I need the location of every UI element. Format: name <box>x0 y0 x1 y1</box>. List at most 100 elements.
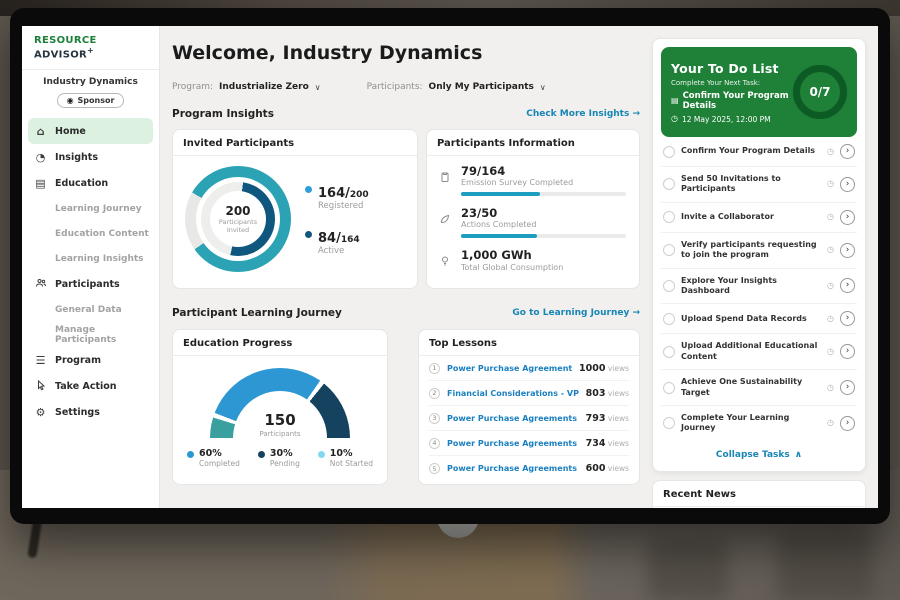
task-checkbox[interactable] <box>663 280 675 292</box>
section-title: Program Insights <box>172 108 274 120</box>
legend-item-registered: 164/200 Registered <box>305 182 369 211</box>
task-open-button[interactable]: › <box>840 177 855 192</box>
sidebar-item-label: Participants <box>55 279 120 290</box>
program-dropdown-label: Program: <box>172 82 213 92</box>
progress-fill <box>461 192 540 196</box>
lesson-views-label: views <box>605 389 629 398</box>
organization-name: Industry Dynamics <box>22 77 159 87</box>
program-dropdown-value: Industrialize Zero <box>219 82 309 92</box>
logo-secondary: ADVISOR <box>34 49 87 60</box>
lesson-rank: 1 <box>429 363 440 374</box>
lesson-link[interactable]: Power Purchase Agreements 101 <box>447 364 572 373</box>
background-shadow-patch <box>778 532 873 600</box>
legend-percent: 60% <box>199 448 240 459</box>
task-checkbox[interactable] <box>663 417 675 429</box>
chevron-right-icon: › <box>846 212 850 222</box>
todo-datetime: 12 May 2025, 12:00 PM <box>682 115 771 124</box>
sidebar-item-participants[interactable]: Participants <box>28 271 153 297</box>
sidebar-item-take-action[interactable]: Take Action <box>28 373 153 399</box>
sidebar-item-general-data[interactable]: General Data <box>22 297 159 322</box>
task-checkbox[interactable] <box>663 346 675 358</box>
gauge-center-value: 150 <box>264 413 295 428</box>
stat-value: 79/164 <box>461 165 626 178</box>
participants-dropdown[interactable]: Participants: Only My Participants ∨ <box>367 82 546 92</box>
progress-track <box>461 192 626 196</box>
task-checkbox[interactable] <box>663 382 675 394</box>
sidebar-item-learning-journey[interactable]: Learning Journey <box>22 196 159 221</box>
legend-dot <box>187 451 194 458</box>
actions-completed-row: 23/50 Actions Completed <box>439 207 627 238</box>
sidebar-item-settings[interactable]: ⚙ Settings <box>28 399 153 425</box>
collapse-tasks-link[interactable]: Collapse Tasks ∧ <box>661 441 857 462</box>
legend-total: 164 <box>341 235 360 245</box>
sidebar-item-label: Education <box>55 178 108 189</box>
legend-label: Active <box>318 246 360 256</box>
donut-center-label: Participants Invited <box>215 218 261 235</box>
chevron-right-icon: › <box>846 313 850 323</box>
actions-leaf-icon <box>439 207 452 238</box>
learning-journey-header: Participant Learning Journey Go to Learn… <box>172 307 640 319</box>
education-icon: ▤ <box>34 178 47 189</box>
task-row: Invite a Collaborator ◷ › <box>661 203 857 233</box>
sidebar-item-learning-insights[interactable]: Learning Insights <box>22 246 159 271</box>
lesson-link[interactable]: Power Purchase Agreements 101 <box>447 414 579 423</box>
lesson-row: 2 Financial Considerations - VPPAs 803 v… <box>429 381 629 406</box>
lesson-views-label: views <box>605 364 629 373</box>
stat-label: Actions Completed <box>461 220 626 229</box>
task-checkbox[interactable] <box>663 146 675 158</box>
emission-survey-row: 79/164 Emission Survey Completed <box>439 165 627 196</box>
task-open-button[interactable]: › <box>840 344 855 359</box>
program-icon: ☰ <box>34 355 47 366</box>
lesson-link[interactable]: Power Purchase Agreements 102 <box>447 439 579 448</box>
sponsor-badge[interactable]: ◉ Sponsor <box>57 93 125 108</box>
lesson-rank: 4 <box>429 438 440 449</box>
legend-label: Not Started <box>330 459 373 468</box>
task-open-button[interactable]: › <box>840 144 855 159</box>
sidebar-item-program[interactable]: ☰ Program <box>28 347 153 373</box>
sidebar-item-insights[interactable]: ◔ Insights <box>28 144 153 170</box>
progress-track <box>461 234 626 238</box>
education-progress-gauge: 150 Participants <box>210 368 350 438</box>
todo-next-task: Confirm Your Program Details <box>683 91 793 111</box>
legend-dot <box>305 186 312 193</box>
sidebar-item-education-content[interactable]: Education Content <box>22 221 159 246</box>
lesson-link[interactable]: Power Purchase Agreements 103 <box>447 464 579 473</box>
task-checkbox[interactable] <box>663 178 675 190</box>
task-checkbox[interactable] <box>663 244 675 256</box>
task-row: Achieve One Sustainability Target ◷ › <box>661 370 857 406</box>
task-open-button[interactable]: › <box>840 210 855 225</box>
sponsor-icon: ◉ <box>67 97 74 105</box>
sidebar-item-manage-participants[interactable]: Manage Participants <box>22 322 159 347</box>
card-title: Top Lessons <box>419 330 639 356</box>
top-lessons-card: Top Lessons 1 Power Purchase Agreements … <box>418 329 640 485</box>
sidebar-item-education[interactable]: ▤ Education <box>28 170 153 196</box>
collapse-tasks-label: Collapse Tasks <box>716 450 790 460</box>
lesson-views-value: 734 <box>586 438 606 449</box>
task-open-button[interactable]: › <box>840 380 855 395</box>
survey-clipboard-icon <box>439 165 452 196</box>
task-open-button[interactable]: › <box>840 278 855 293</box>
program-dropdown[interactable]: Program: Industrialize Zero ∨ <box>172 82 321 92</box>
lesson-row: 3 Power Purchase Agreements 101 793 view… <box>429 406 629 431</box>
lesson-row: 5 Power Purchase Agreements 103 600 view… <box>429 456 629 481</box>
lesson-row: 1 Power Purchase Agreements 101 1000 vie… <box>429 356 629 381</box>
participants-dropdown-label: Participants: <box>367 82 423 92</box>
task-row: Complete Your Learning Journey ◷ › <box>661 406 857 441</box>
go-to-learning-journey-link[interactable]: Go to Learning Journey → <box>512 308 640 318</box>
task-checkbox[interactable] <box>663 211 675 223</box>
task-open-button[interactable]: › <box>840 243 855 258</box>
task-row: Confirm Your Program Details ◷ › <box>661 137 857 167</box>
card-title: Recent News <box>653 481 865 507</box>
monitor-frame: RESOURCE ADVISOR+ Industry Dynamics ◉ Sp… <box>10 8 890 524</box>
lesson-rank: 3 <box>429 413 440 424</box>
task-open-button[interactable]: › <box>840 311 855 326</box>
legend-item-completed: 60% Completed <box>187 448 240 468</box>
clock-icon: ◷ <box>827 148 834 156</box>
legend-total: 200 <box>350 190 369 200</box>
lesson-link[interactable]: Financial Considerations - VPPAs <box>447 389 579 398</box>
legend-label: Completed <box>199 459 240 468</box>
task-open-button[interactable]: › <box>840 416 855 431</box>
sidebar-item-home[interactable]: ⌂ Home <box>28 118 153 144</box>
check-more-insights-link[interactable]: Check More Insights → <box>526 109 640 119</box>
task-checkbox[interactable] <box>663 313 675 325</box>
